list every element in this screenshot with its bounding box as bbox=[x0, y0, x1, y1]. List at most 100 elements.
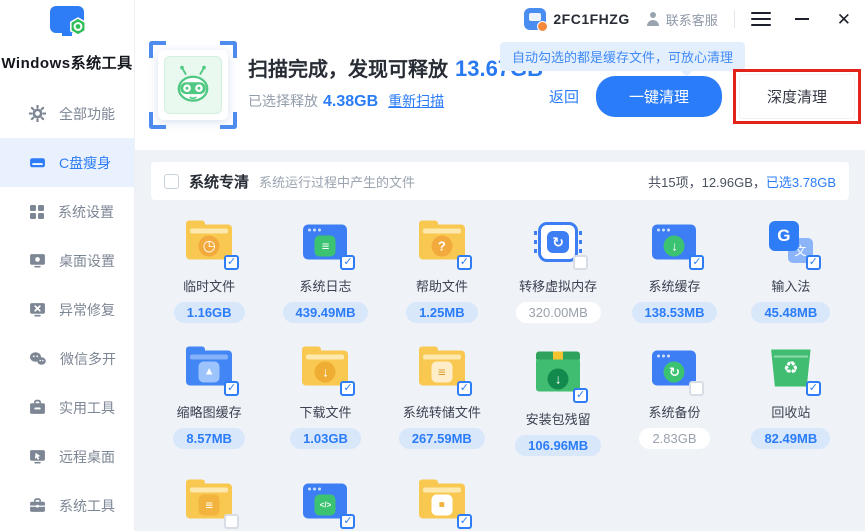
cleanup-item-thumbnail-cache[interactable]: ▲ ✓ 缩略图缓存 8.57MB bbox=[151, 343, 267, 456]
sidebar-item-wechat-multi[interactable]: 微信多开 bbox=[0, 334, 134, 383]
item-checkbox[interactable]: ✓ bbox=[457, 381, 472, 396]
auto-select-tooltip: 自动勾选的都是缓存文件，可放心清理 bbox=[500, 42, 745, 71]
rescan-link[interactable]: 重新扫描 bbox=[388, 93, 444, 109]
item-size-badge: 439.49MB bbox=[283, 302, 369, 323]
item-size-badge: 45.48MB bbox=[751, 302, 830, 323]
item-size-badge: 1.03GB bbox=[290, 428, 361, 449]
titlebar: 2FC1FHZG 联系客服 ✕ bbox=[135, 0, 865, 38]
item-checkbox[interactable]: ✓ bbox=[340, 255, 355, 270]
item-name: 系统缓存 bbox=[616, 276, 732, 295]
help-files-icon: ? ✓ bbox=[415, 217, 469, 267]
system-clean-section: 系统专清 系统运行过程中产生的文件 共15项，12.96GB，已选3.78GB … bbox=[135, 150, 865, 531]
sidebar-item-desktop-settings[interactable]: 桌面设置 bbox=[0, 236, 134, 285]
item-size-badge: 320.00MB bbox=[516, 302, 601, 323]
item-size-badge: 1.25MB bbox=[406, 302, 478, 323]
item-checkbox[interactable] bbox=[573, 255, 588, 270]
titlebar-divider bbox=[734, 10, 735, 28]
app-title: Windows系统工具 bbox=[0, 52, 134, 73]
item-checkbox[interactable]: ✓ bbox=[806, 255, 821, 270]
thumbnail-cache-icon: ▲ ✓ bbox=[182, 343, 236, 393]
item-size-badge: 138.53MB bbox=[632, 302, 718, 323]
sidebar-item-c-drive-slim[interactable]: C盘瘦身 bbox=[0, 138, 134, 187]
one-click-clean-button[interactable]: 一键清理 bbox=[596, 76, 722, 117]
cleanup-item-installer-residue[interactable]: ↓ ✓ 安装包残留 106.96MB bbox=[500, 343, 616, 456]
item-name: 回收站 bbox=[733, 402, 849, 421]
cleanup-item-help-files[interactable]: ? ✓ 帮助文件 1.25MB bbox=[384, 217, 500, 323]
item-checkbox[interactable]: ✓ bbox=[573, 388, 588, 403]
back-button[interactable]: 返回 bbox=[549, 86, 579, 107]
sidebar-item-label: 系统工具 bbox=[59, 496, 115, 516]
section-title: 系统专清 bbox=[189, 171, 249, 192]
item-checkbox[interactable]: ✓ bbox=[224, 255, 239, 270]
item-checkbox[interactable]: ✓ bbox=[457, 514, 472, 529]
person-icon bbox=[646, 12, 660, 26]
cleanup-item-input-method[interactable]: 文G ✓ 输入法 45.48MB bbox=[733, 217, 849, 323]
sidebar-item-label: 全部功能 bbox=[59, 104, 115, 124]
item-name: 缩略图缓存 bbox=[151, 402, 267, 421]
item-size-badge: 1.16GB bbox=[174, 302, 245, 323]
item-checkbox[interactable]: ✓ bbox=[340, 381, 355, 396]
sidebar-item-label: 系统设置 bbox=[58, 202, 114, 222]
remote-icon bbox=[29, 448, 46, 465]
sample-files-icon: ■ ✓ bbox=[415, 476, 469, 526]
account-avatar-icon bbox=[524, 8, 546, 30]
item-name: 安装包残留 bbox=[500, 409, 616, 428]
cleanup-item-system-backup[interactable]: ↻ 系统备份 2.83GB bbox=[616, 343, 732, 456]
action-buttons: 返回 一键清理 深度清理 bbox=[549, 74, 855, 119]
item-size-badge: 2.83GB bbox=[639, 428, 709, 449]
sidebar: Windows系统工具 全部功能 C盘瘦身 系统设置 桌面设置 异常修复 微信多… bbox=[0, 0, 135, 531]
sidebar-item-remote-desktop[interactable]: 远程桌面 bbox=[0, 432, 134, 481]
wechat-icon bbox=[29, 350, 47, 367]
close-icon[interactable]: ✕ bbox=[837, 11, 851, 28]
menu-hamburger-icon[interactable] bbox=[751, 11, 771, 27]
item-name: 系统日志 bbox=[267, 276, 383, 295]
item-checkbox[interactable]: ✓ bbox=[806, 381, 821, 396]
item-checkbox[interactable]: ✓ bbox=[457, 255, 472, 270]
cleanup-item-system-logs[interactable]: ≡ ✓ 系统日志 439.49MB bbox=[267, 217, 383, 323]
account-badge[interactable]: 2FC1FHZG bbox=[524, 8, 629, 30]
minimize-icon[interactable] bbox=[795, 18, 811, 20]
sidebar-item-label: 微信多开 bbox=[60, 349, 116, 369]
cleanup-item-dotnet-cache[interactable]: </> ✓ .NET程序集缓存 531.94MB bbox=[267, 476, 383, 531]
cleanup-item-sample-files[interactable]: ■ ✓ 示例文件 4.99MB bbox=[384, 476, 500, 531]
contact-support-button[interactable]: 联系客服 bbox=[646, 10, 718, 29]
sidebar-item-all-features[interactable]: 全部功能 bbox=[0, 89, 134, 138]
selected-summary: 已选3.78GB bbox=[766, 175, 836, 190]
cleanup-item-virtual-memory[interactable]: ↻ 转移虚拟内存 320.00MB bbox=[500, 217, 616, 323]
cleanup-item-temp-files[interactable]: ◷ ✓ 临时文件 1.16GB bbox=[151, 217, 267, 323]
item-checkbox[interactable]: ✓ bbox=[689, 255, 704, 270]
cleanup-item-winsxs-cache[interactable]: ≡ WinSxS缓存 6.04GB bbox=[151, 476, 267, 531]
item-size-badge: 82.49MB bbox=[751, 428, 830, 449]
sidebar-item-utilities[interactable]: 实用工具 bbox=[0, 383, 134, 432]
cleanup-item-recycle-bin[interactable]: ♻ ✓ 回收站 82.49MB bbox=[733, 343, 849, 456]
item-name: 系统备份 bbox=[616, 402, 732, 421]
item-checkbox[interactable]: ✓ bbox=[340, 514, 355, 529]
item-name: 转移虚拟内存 bbox=[500, 276, 616, 295]
cleanup-item-system-cache[interactable]: ↓ ✓ 系统缓存 138.53MB bbox=[616, 217, 732, 323]
dotnet-cache-icon: </> ✓ bbox=[298, 476, 352, 526]
sidebar-item-system-settings[interactable]: 系统设置 bbox=[0, 187, 134, 236]
drive-icon bbox=[29, 154, 46, 171]
item-name: 输入法 bbox=[733, 276, 849, 295]
sidebar-item-error-repair[interactable]: 异常修复 bbox=[0, 285, 134, 334]
item-checkbox[interactable] bbox=[689, 381, 704, 396]
item-checkbox[interactable] bbox=[224, 514, 239, 529]
scan-summary: 扫描完成，发现可释放13.67GB 已选择释放4.38GB重新扫描 bbox=[248, 53, 543, 111]
cleanup-item-download-files[interactable]: ↓ ✓ 下载文件 1.03GB bbox=[267, 343, 383, 456]
item-name: 下载文件 bbox=[267, 402, 383, 421]
app-logo-icon bbox=[44, 31, 90, 48]
grid-icon bbox=[29, 204, 45, 220]
installer-residue-icon: ↓ ✓ bbox=[531, 350, 585, 400]
scan-title: 扫描完成，发现可释放13.67GB bbox=[248, 53, 543, 82]
select-all-checkbox[interactable] bbox=[164, 174, 179, 189]
item-checkbox[interactable]: ✓ bbox=[224, 381, 239, 396]
temp-files-icon: ◷ ✓ bbox=[182, 217, 236, 267]
deep-clean-button[interactable]: 深度清理 bbox=[739, 74, 855, 119]
main-panel: 2FC1FHZG 联系客服 ✕ bbox=[135, 0, 865, 531]
sidebar-item-system-tools[interactable]: 系统工具 bbox=[0, 481, 134, 530]
item-name: 临时文件 bbox=[151, 276, 267, 295]
sidebar-item-label: C盘瘦身 bbox=[59, 153, 111, 173]
input-method-icon: 文G ✓ bbox=[764, 217, 818, 267]
cleanup-item-dump-files[interactable]: ≡ ✓ 系统转储文件 267.59MB bbox=[384, 343, 500, 456]
sidebar-item-label: 桌面设置 bbox=[59, 251, 115, 271]
